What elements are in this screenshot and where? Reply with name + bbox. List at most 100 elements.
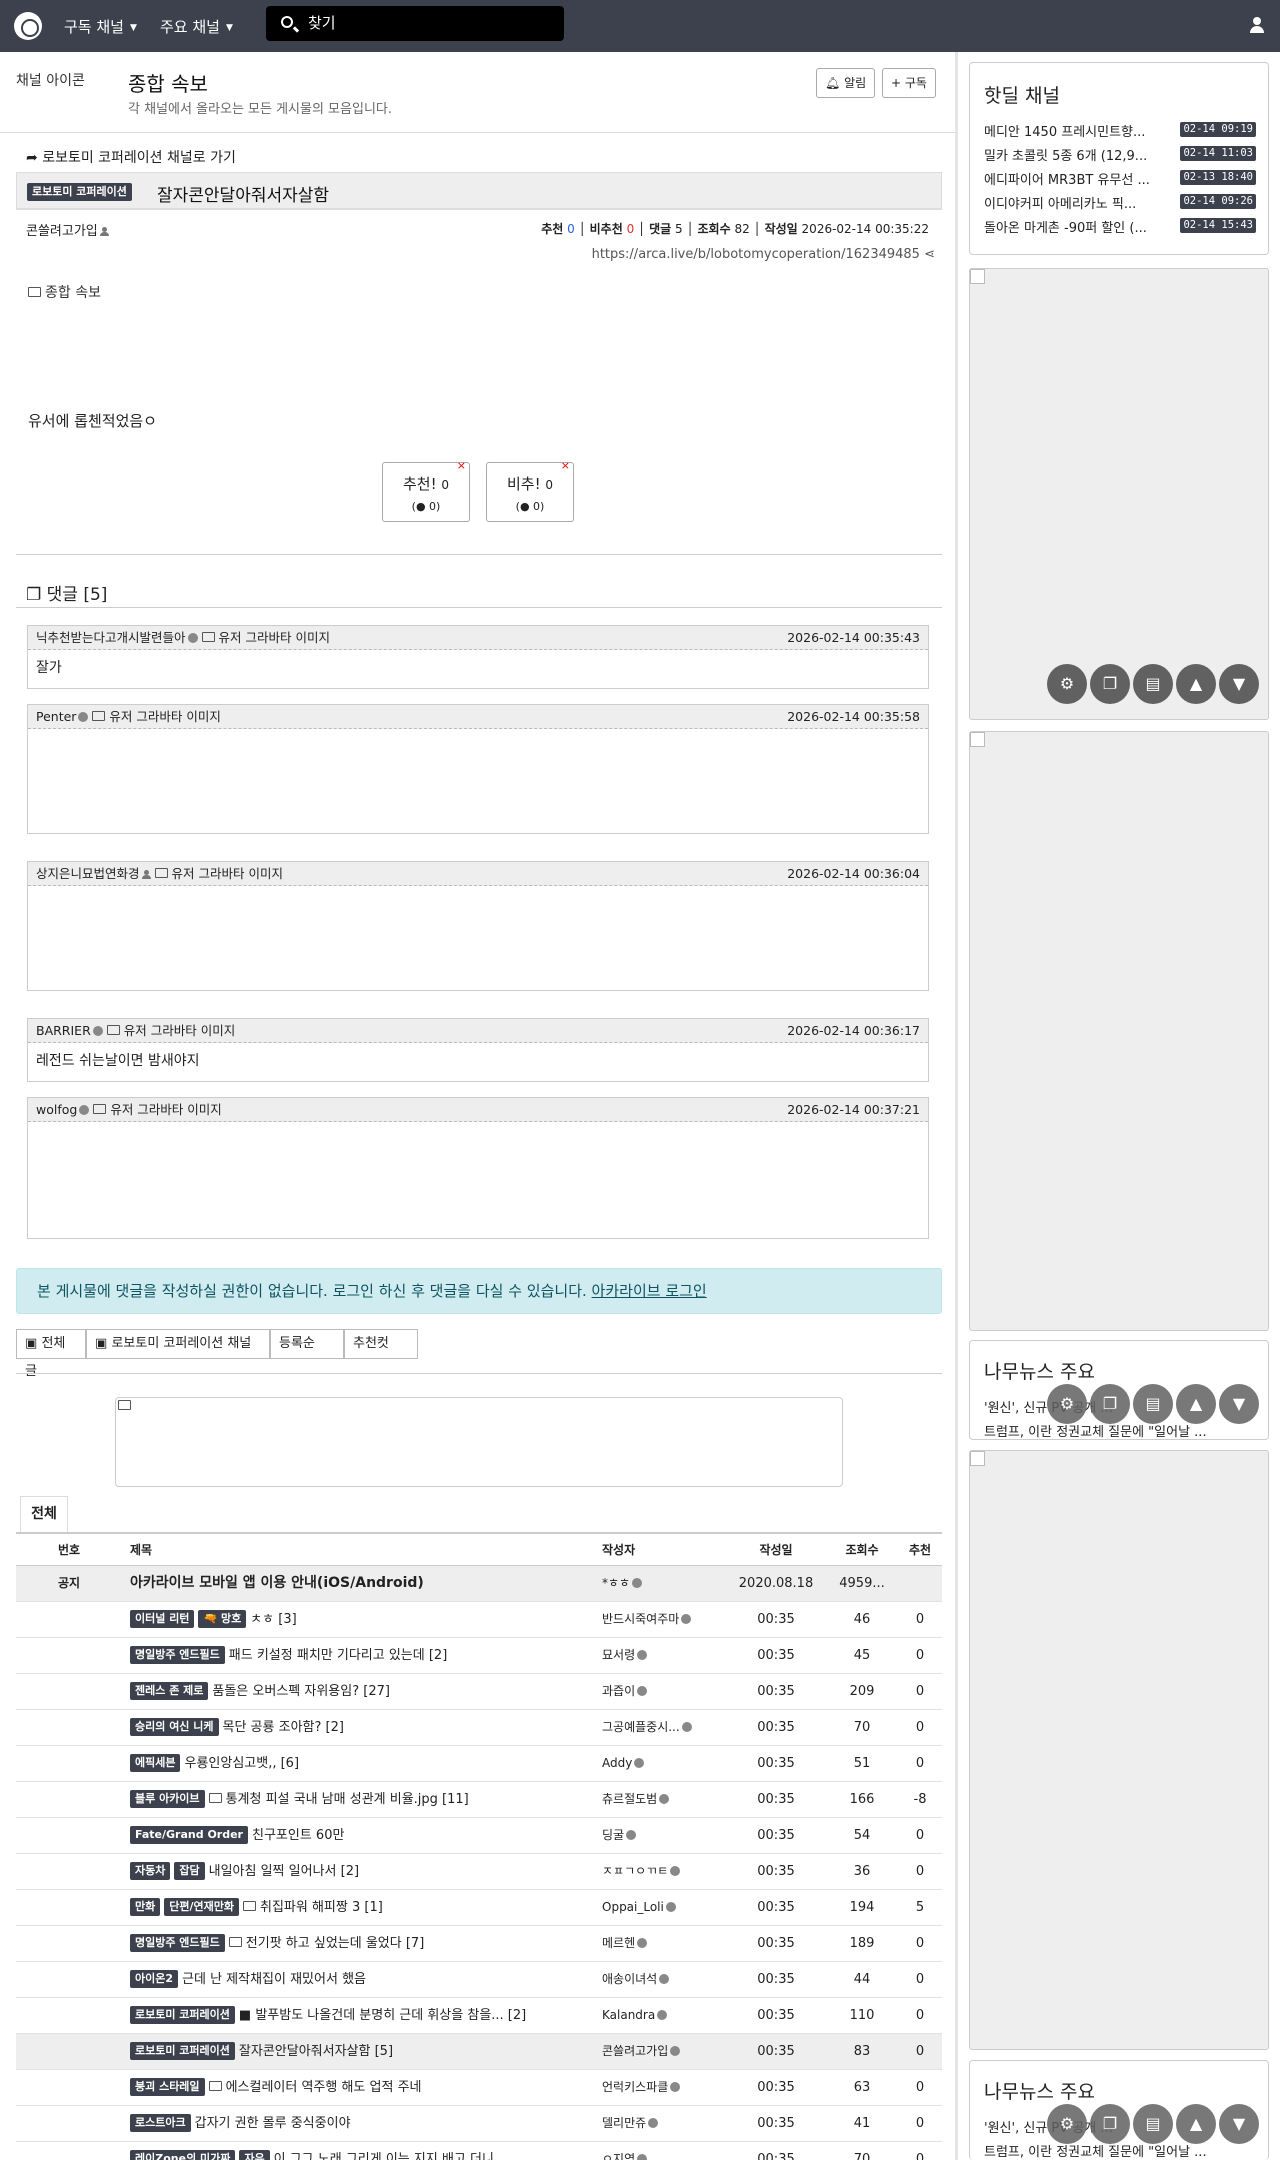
filter-channel-button[interactable]: ▣ 로보토미 코퍼레이션 채널 [86, 1329, 270, 1359]
downvote-button[interactable]: × 비추! 0 (● 0) [486, 459, 574, 522]
hotdeal-item[interactable]: 밀카 초콜릿 5종 6개 (12,9... 02-14 11:03 [984, 145, 1256, 165]
row-author[interactable]: ㅈㅍㄱㅇㄲㅌ [602, 1854, 732, 1889]
row-title[interactable]: 아이온2 근데 난 제작채집이 재밌어서 했음 [130, 1962, 610, 1997]
category-badge[interactable]: 승리의 여신 니케 [130, 1718, 219, 1736]
scroll-down-icon[interactable]: ▼ [1219, 664, 1259, 704]
row-title[interactable]: Fate/Grand Order 친구포인트 60만 [130, 1818, 610, 1853]
news-item[interactable]: 트럼프, 이란 정권교체 질문에 "일어날 ... [984, 2141, 1256, 2160]
category-badge[interactable]: 잡담 [174, 1862, 205, 1880]
scroll-up-icon[interactable]: ▲ [1176, 1384, 1216, 1424]
row-title[interactable]: 명일방주 엔드필드 전기팟 하고 싶었는데 울었다 [7] [130, 1926, 610, 1961]
ad-banner[interactable] [115, 1397, 843, 1487]
comment-author[interactable]: wolfog [36, 1102, 77, 1117]
row-author[interactable]: 과즙이 [602, 1674, 732, 1709]
row-title[interactable]: 자동차 잡담 내일아침 일찍 일어나서 [2] [130, 1854, 610, 1889]
table-row[interactable]: Fate/Grand Order 친구포인트 60만 딩굴 00:35 54 0 [16, 1818, 942, 1854]
row-title[interactable]: 로스트아크 갑자기 권한 몰루 중식중이야 [130, 2106, 610, 2141]
row-title[interactable]: 로보토미 코퍼레이션 ■ 발푸밤도 나올건데 분명히 근데 휘상을 참을... [… [130, 1998, 610, 2033]
scroll-down-icon[interactable]: ▼ [1219, 2104, 1259, 2144]
table-row[interactable]: 레이Zone의 미가짜 자유 이 그그 노래 그리게 이는 지지 배고 더니 ㅇ지역 0… [16, 2142, 942, 2160]
row-title[interactable]: 명일방주 엔드필드 패드 키설정 패치만 기다리고 있는데 [2] [130, 1638, 610, 1673]
row-title[interactable]: 아카라이브 모바일 앱 이용 안내(iOS/Android) [130, 1566, 610, 1601]
major-channels-dropdown[interactable]: 주요 채널 ▼ [160, 16, 233, 37]
category-badge[interactable]: 자동차 [130, 1862, 171, 1880]
category-badge[interactable]: 아이온2 [130, 1970, 179, 1988]
list-icon[interactable]: ▤ [1133, 664, 1173, 704]
row-title[interactable]: 승리의 여신 니케 목단 공룡 조아함? [2] [130, 1710, 610, 1745]
back-to-channel-link[interactable]: ➦ 로보토미 코퍼레이션 채널로 가기 [26, 147, 236, 167]
comment-author[interactable]: BARRIER [36, 1023, 91, 1038]
row-author[interactable]: Addy [602, 1746, 732, 1781]
row-author[interactable]: 반드시죽여주마 [602, 1602, 732, 1637]
category-badge[interactable]: 자유 [239, 2150, 270, 2160]
category-badge[interactable]: 이터널 리턴 [130, 1610, 195, 1628]
category-badge[interactable]: 에픽세븐 [130, 1754, 181, 1772]
table-row[interactable]: 명일방주 엔드필드 전기팟 하고 싶었는데 울었다 [7] 메르헨 00:35 189 0 [16, 1926, 942, 1962]
table-row[interactable]: 명일방주 엔드필드 패드 키설정 패치만 기다리고 있는데 [2] 묘서령 00:35… [16, 1638, 942, 1674]
filter-all-button[interactable]: ▣ 전체글 [16, 1329, 86, 1379]
row-title[interactable]: 젠레스 존 제로 품돌은 오버스펙 자위용임? [27] [130, 1674, 610, 1709]
subscribed-channels-dropdown[interactable]: 구독 채널 ▼ [64, 16, 137, 37]
arcalive-logo[interactable] [14, 12, 42, 40]
scroll-up-icon[interactable]: ▲ [1176, 2104, 1216, 2144]
news-title[interactable]: 나무뉴스 주요 [984, 2077, 1095, 2104]
category-badge[interactable]: 로보토미 코퍼레이션 [130, 2006, 235, 2024]
row-title[interactable]: 붕괴 스타레일 에스컬레이터 역주행 해도 업적 주네 [130, 2070, 610, 2105]
table-row[interactable]: 로보토미 코퍼레이션 잘자콘안달아줘서자살함 [5] 콘쓸려고가입 00:35 83 0 [16, 2034, 942, 2070]
row-author[interactable]: 그공예플중시... [602, 1710, 732, 1745]
table-row[interactable]: 로스트아크 갑자기 권한 몰루 중식중이야 델리만쥬 00:35 41 0 [16, 2106, 942, 2142]
row-author[interactable]: Kalandra [602, 1998, 732, 2033]
category-badge[interactable]: 로보토미 코퍼레이션 [130, 2042, 235, 2060]
row-author[interactable]: ㅇ지역 [602, 2142, 732, 2160]
row-author[interactable]: 츄르절도범 [602, 1782, 732, 1817]
table-row[interactable]: 젠레스 존 제로 품돌은 오버스펙 자위용임? [27] 과즙이 00:35 209 0 [16, 1674, 942, 1710]
settings-icon[interactable]: ⚙ [1047, 664, 1087, 704]
table-row[interactable]: 이터널 리턴 🔫 망호 ㅊㅎ [3] 반드시죽여주마 00:35 46 0 [16, 1602, 942, 1638]
hotdeal-title[interactable]: 핫딜 채널 [984, 81, 1060, 108]
category-badge[interactable]: 로스트아크 [130, 2114, 191, 2132]
settings-icon[interactable]: ⚙ [1047, 1384, 1087, 1424]
category-badge[interactable]: 명일방주 엔드필드 [130, 1646, 225, 1664]
notice-row[interactable]: 공지 아카라이브 모바일 앱 이용 안내(iOS/Android) *ㅎㅎ 2020.… [16, 1566, 942, 1602]
alarm-button[interactable]: 🔔︎ 알림 [816, 68, 876, 98]
hotdeal-item[interactable]: 메디안 1450 프레시민트향... 02-14 09:19 [984, 121, 1256, 141]
category-badge[interactable]: 젠레스 존 제로 [130, 1682, 209, 1700]
category-badge[interactable]: 단편/연재만화 [164, 1898, 239, 1916]
category-badge[interactable]: 블루 아카이브 [130, 1790, 205, 1808]
row-author[interactable]: *ㅎㅎ [602, 1566, 732, 1601]
user-icon[interactable] [1249, 17, 1265, 33]
search-icon[interactable] [281, 16, 293, 28]
table-row[interactable]: 아이온2 근데 난 제작채집이 재밌어서 했음 애송이녀석 00:35 44 0 [16, 1962, 942, 1998]
best-filter-button[interactable]: 추천컷 [344, 1329, 418, 1359]
post-url[interactable]: https://arca.live/b/lobotomycoperation/1… [592, 247, 935, 262]
list-icon[interactable]: ▤ [1133, 2104, 1173, 2144]
list-icon[interactable]: ▤ [1133, 1384, 1173, 1424]
copy-icon[interactable]: ❐ [1090, 2104, 1130, 2144]
category-badge[interactable]: 레이Zone의 미가짜 [130, 2150, 236, 2160]
row-title[interactable]: 에픽세븐 우룡인앙심고뱃,, [6] [130, 1746, 610, 1781]
table-row[interactable]: 자동차 잡담 내일아침 일찍 일어나서 [2] ㅈㅍㄱㅇㄲㅌ 00:35 36 0 [16, 1854, 942, 1890]
row-author[interactable]: Oppai_Loli [602, 1890, 732, 1925]
tab-all[interactable]: 전체 [20, 1496, 68, 1532]
table-row[interactable]: 만화 단편/연재만화 취집파워 해피짱 3 [1] Oppai_Loli 00:35 19… [16, 1890, 942, 1926]
channel-title[interactable]: 종합 속보 [128, 68, 208, 97]
table-row[interactable]: 블루 아카이브 통계청 피설 국내 남매 성관계 비율.jpg [11] 츄르절도범… [16, 1782, 942, 1818]
scroll-down-icon[interactable]: ▼ [1219, 1384, 1259, 1424]
copy-icon[interactable]: ❐ [1090, 664, 1130, 704]
table-row[interactable]: 붕괴 스타레일 에스컬레이터 역주행 해도 업적 주네 언럭키스파클 00:35 63 0 [16, 2070, 942, 2106]
hotdeal-item[interactable]: 이디야커피 아메리카노 픽... 02-14 09:26 [984, 193, 1256, 213]
category-badge[interactable]: 로보토미 코퍼레이션 [27, 183, 132, 201]
row-title[interactable]: 레이Zone의 미가짜 자유 이 그그 노래 그리게 이는 지지 배고 더니 [130, 2142, 610, 2160]
copy-icon[interactable]: ❐ [1090, 1384, 1130, 1424]
comment-author[interactable]: 상지은니묘법연화경 [36, 866, 140, 881]
share-icon[interactable]: ⋖ [924, 247, 935, 262]
table-row[interactable]: 승리의 여신 니케 목단 공룡 조아함? [2] 그공예플중시... 00:35 70 0 [16, 1710, 942, 1746]
category-badge[interactable]: 명일방주 엔드필드 [130, 1934, 225, 1952]
sidebar-ad[interactable] [969, 731, 1269, 1331]
row-title[interactable]: 만화 단편/연재만화 취집파워 해피짱 3 [1] [130, 1890, 610, 1925]
comment-author[interactable]: 닉추천받는다고개시발련들아 [36, 630, 186, 645]
row-author[interactable]: 애송이녀석 [602, 1962, 732, 1997]
hotdeal-item[interactable]: 돌아온 마게촌 -90퍼 할인 (... 02-14 15:43 [984, 217, 1256, 237]
subscribe-button[interactable]: + 구독 [882, 68, 936, 98]
post-author[interactable]: 콘쓸려고가입 [26, 220, 109, 239]
